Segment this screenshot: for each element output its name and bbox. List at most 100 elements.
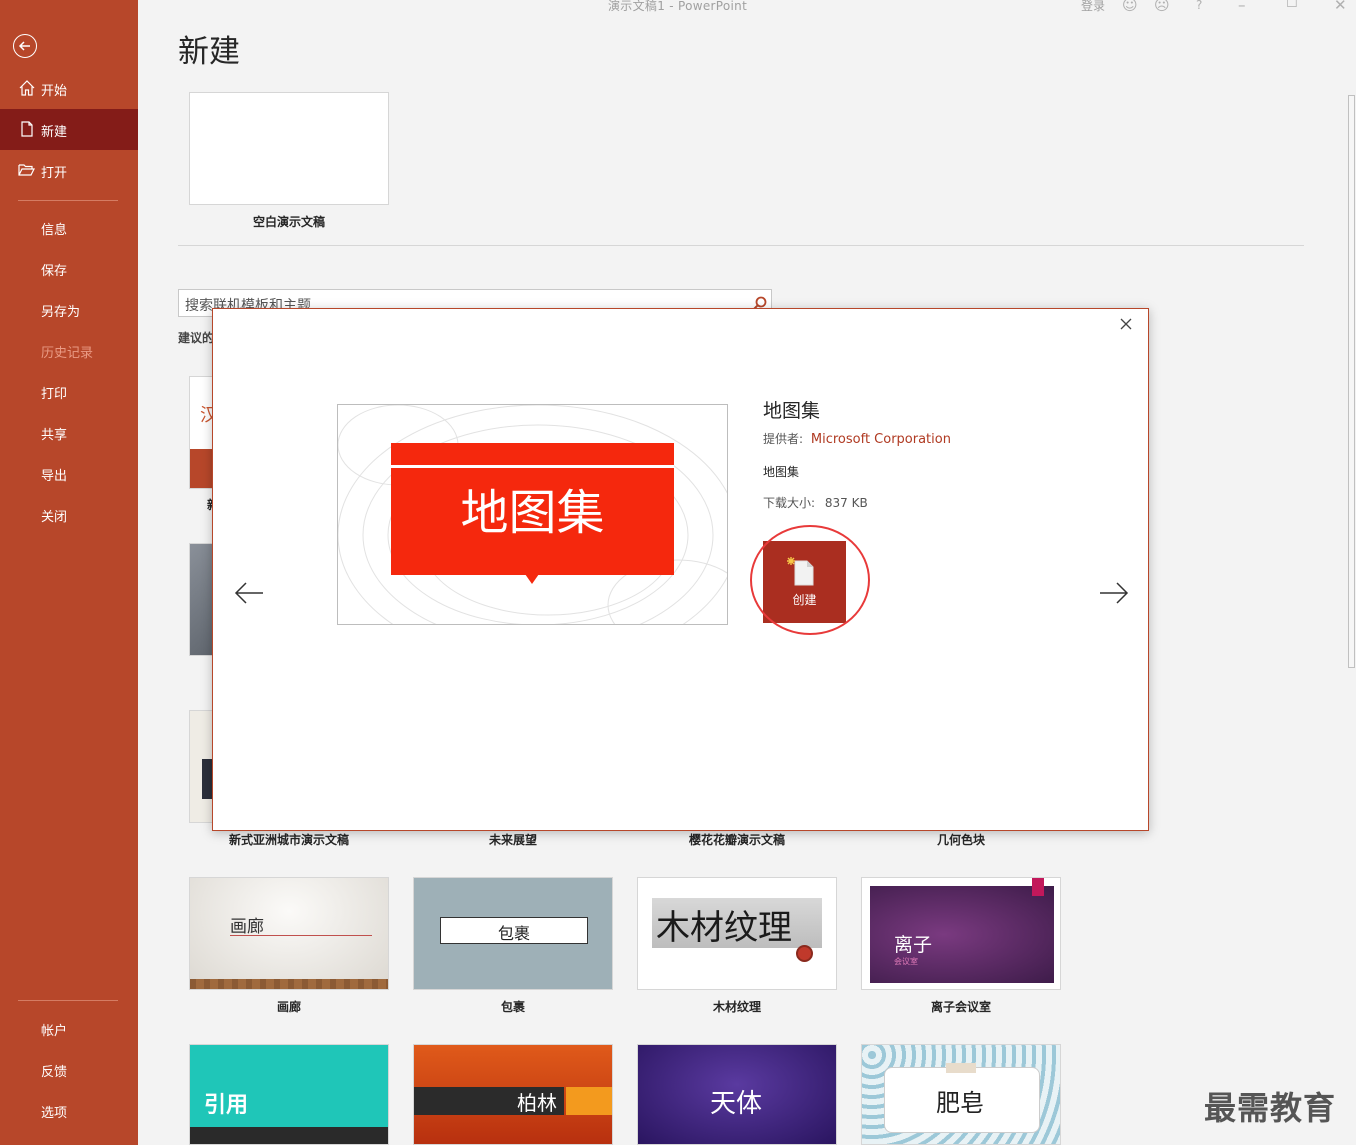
sidebar-item-new[interactable]: 新建 bbox=[0, 109, 138, 150]
page-title: 新建 bbox=[178, 34, 240, 70]
template-caption[interactable]: 新式亚洲城市演示文稿 bbox=[189, 831, 389, 848]
download-size-value: 837 KB bbox=[824, 496, 868, 510]
template-thumbnail-berlin[interactable]: 柏林 bbox=[413, 1044, 613, 1145]
sidebar-item-feedback[interactable]: 反馈 bbox=[0, 1049, 138, 1090]
template-thumbnail-ion[interactable]: 离子 会议室 bbox=[861, 877, 1061, 990]
template-thumbnail-celestial[interactable]: 天体 bbox=[637, 1044, 837, 1145]
thumbnail-clip bbox=[946, 1063, 976, 1073]
back-button[interactable] bbox=[13, 34, 37, 58]
sidebar-item-label: 保存 bbox=[41, 264, 68, 279]
sidebar-item-label: 打印 bbox=[41, 387, 68, 402]
folder-open-icon bbox=[18, 164, 35, 176]
section-divider bbox=[178, 245, 1304, 246]
template-preview-dialog: 地图集 地图集 提供者: Microsoft Corporation 地图集 下… bbox=[212, 308, 1149, 831]
template-description: 地图集 bbox=[763, 465, 800, 479]
thumbnail-seal bbox=[796, 945, 813, 962]
template-thumbnail-gallery[interactable]: 画廊 bbox=[189, 877, 389, 990]
preview-title-banner: 地图集 bbox=[391, 443, 674, 584]
sidebar-item-label: 新建 bbox=[41, 125, 68, 140]
template-name: 地图集 bbox=[763, 400, 821, 422]
thumbnail-text: 引用 bbox=[204, 1093, 249, 1118]
sidebar-item-label: 另存为 bbox=[41, 305, 81, 320]
template-caption[interactable]: 樱花花瓣演示文稿 bbox=[637, 831, 837, 848]
watermark-text: 最需教育 bbox=[1204, 1089, 1337, 1127]
sidebar-item-label: 导出 bbox=[41, 469, 68, 484]
minimize-icon[interactable]: – bbox=[1238, 0, 1246, 14]
provider-value[interactable]: Microsoft Corporation bbox=[811, 432, 951, 447]
frown-icon[interactable]: ☹ bbox=[1154, 0, 1170, 14]
template-caption[interactable]: 几何色块 bbox=[861, 831, 1061, 848]
template-thumbnail-quote[interactable]: 引用 bbox=[189, 1044, 389, 1145]
thumbnail-label-box: 包裹 bbox=[440, 917, 588, 944]
thumbnail-text: 画廊 bbox=[230, 917, 264, 937]
restore-icon[interactable]: ☐ bbox=[1286, 0, 1298, 11]
blank-presentation-thumbnail[interactable] bbox=[189, 92, 389, 205]
title-bar: 演示文稿1 - PowerPoint 登录 ☺ ☹ ? – ☐ ✕ bbox=[138, 0, 1356, 14]
sidebar-item-label: 选项 bbox=[41, 1106, 68, 1121]
sidebar-item-label: 帐户 bbox=[41, 1024, 68, 1039]
thumbnail-band bbox=[190, 1127, 388, 1144]
close-window-icon[interactable]: ✕ bbox=[1334, 0, 1347, 14]
sidebar-item-save[interactable]: 保存 bbox=[0, 248, 138, 289]
sidebar-item-history: 历史记录 bbox=[0, 330, 138, 371]
thumbnail-tab bbox=[1032, 878, 1044, 896]
previous-arrow-icon[interactable] bbox=[233, 579, 265, 607]
home-icon bbox=[19, 80, 35, 96]
download-size-row: 下载大小: 837 KB bbox=[763, 494, 868, 511]
signin-link[interactable]: 登录 bbox=[1081, 0, 1105, 14]
sidebar-item-export[interactable]: 导出 bbox=[0, 453, 138, 494]
template-caption[interactable]: 画廊 bbox=[189, 998, 389, 1015]
new-document-icon bbox=[21, 121, 33, 137]
banner-rule bbox=[391, 465, 674, 468]
thumbnail-text: 肥皂 bbox=[936, 1089, 984, 1117]
sidebar-item-label: 开始 bbox=[41, 84, 68, 99]
sidebar-item-share[interactable]: 共享 bbox=[0, 412, 138, 453]
blank-presentation-caption[interactable]: 空白演示文稿 bbox=[189, 213, 389, 230]
sidebar-item-label: 反馈 bbox=[41, 1065, 68, 1080]
template-caption[interactable]: 未来展望 bbox=[413, 831, 613, 848]
help-icon[interactable]: ? bbox=[1196, 0, 1202, 12]
template-thumbnail-wood[interactable]: 木材纹理 bbox=[637, 877, 837, 990]
thumbnail-underline bbox=[230, 935, 372, 936]
template-preview-image: 地图集 bbox=[337, 404, 728, 625]
template-thumbnail-parcel[interactable]: 包裹 bbox=[413, 877, 613, 990]
thumbnail-text: 天体 bbox=[710, 1089, 763, 1119]
thumbnail-text: 离子 bbox=[894, 934, 933, 956]
thumbnail-floor bbox=[190, 979, 388, 989]
sidebar-item-close[interactable]: 关闭 bbox=[0, 494, 138, 535]
back-arrow-icon bbox=[18, 41, 30, 51]
backstage-sidebar: 开始 新建 打开 信息 保存 另存为 历史记录 打印 共享 导出 关闭 帐户 反… bbox=[0, 0, 138, 1145]
sidebar-item-label: 关闭 bbox=[41, 510, 68, 525]
template-thumbnail-soap[interactable]: 肥皂 bbox=[861, 1044, 1061, 1145]
sidebar-item-account[interactable]: 帐户 bbox=[0, 1008, 138, 1049]
template-caption[interactable]: 包裹 bbox=[413, 998, 613, 1015]
highlight-circle-annotation bbox=[750, 525, 870, 635]
thumbnail-subtext: 会议室 bbox=[894, 957, 918, 966]
scrollbar-thumb[interactable] bbox=[1348, 95, 1355, 668]
close-icon[interactable] bbox=[1118, 316, 1134, 332]
provider-row: 提供者: Microsoft Corporation bbox=[763, 430, 951, 447]
preview-title-text: 地图集 bbox=[460, 485, 605, 541]
window-title: 演示文稿1 - PowerPoint bbox=[608, 0, 748, 13]
suggested-searches-label: 建议的 bbox=[178, 331, 215, 345]
sidebar-item-info[interactable]: 信息 bbox=[0, 207, 138, 248]
sidebar-item-label: 历史记录 bbox=[41, 346, 94, 361]
thumbnail-text: 包裹 bbox=[497, 924, 530, 943]
sidebar-item-options[interactable]: 选项 bbox=[0, 1090, 138, 1131]
thumbnail-accent bbox=[566, 1087, 612, 1115]
download-size-label: 下载大小: bbox=[763, 496, 816, 510]
sidebar-item-label: 共享 bbox=[41, 428, 68, 443]
thumbnail-text: 柏林 bbox=[517, 1091, 557, 1115]
sidebar-divider bbox=[18, 200, 118, 201]
template-caption[interactable]: 离子会议室 bbox=[861, 998, 1061, 1015]
smile-icon[interactable]: ☺ bbox=[1122, 0, 1138, 14]
provider-label: 提供者: bbox=[763, 432, 804, 446]
next-arrow-icon[interactable] bbox=[1098, 579, 1130, 607]
sidebar-item-open[interactable]: 打开 bbox=[0, 150, 138, 191]
sidebar-item-print[interactable]: 打印 bbox=[0, 371, 138, 412]
banner-pointer bbox=[525, 574, 539, 584]
sidebar-item-home[interactable]: 开始 bbox=[0, 68, 138, 109]
sidebar-item-save-as[interactable]: 另存为 bbox=[0, 289, 138, 330]
sidebar-item-label: 打开 bbox=[41, 166, 68, 181]
template-caption[interactable]: 木材纹理 bbox=[637, 998, 837, 1015]
